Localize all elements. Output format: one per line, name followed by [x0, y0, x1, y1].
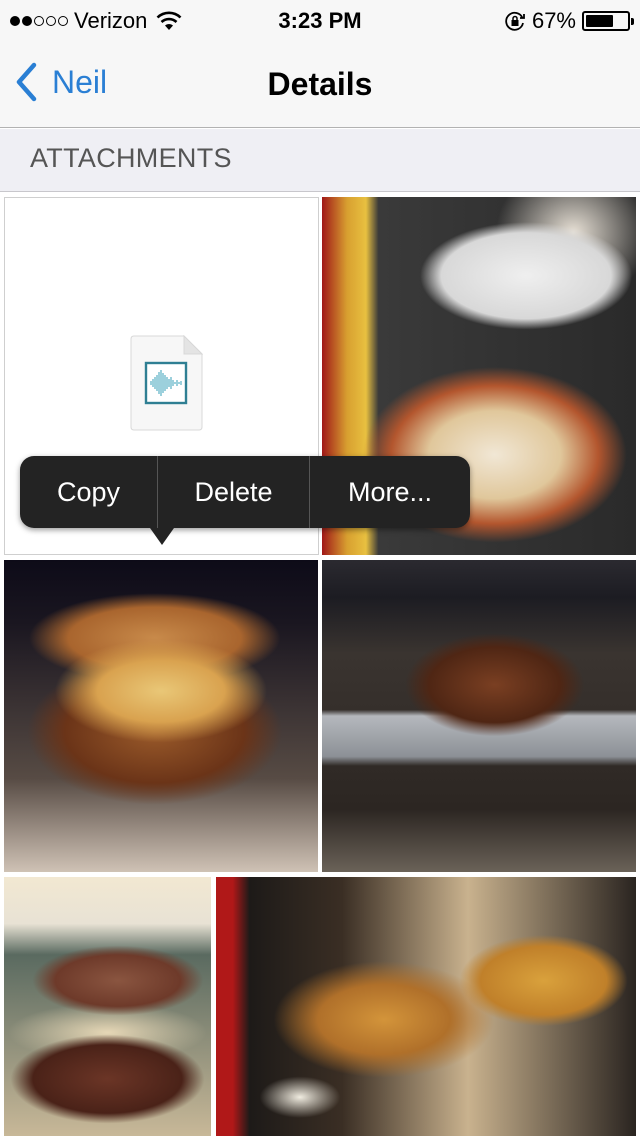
audio-file-icon [130, 335, 203, 431]
page-title: Details [267, 66, 373, 102]
more-button[interactable]: More... [309, 456, 470, 528]
copy-button[interactable]: Copy [20, 456, 157, 528]
section-title: ATTACHMENTS [30, 143, 232, 173]
delete-button[interactable]: Delete [157, 456, 309, 528]
context-menu-pointer [150, 528, 174, 545]
battery-icon [582, 11, 634, 31]
battery-percent: 67% [531, 8, 576, 33]
status-bar: Verizon 3:23 PM 67% [0, 0, 640, 40]
attachment-photo-waffle[interactable] [216, 877, 636, 1136]
rotation-lock-icon [505, 11, 525, 31]
attachment-photo-sandwich[interactable] [4, 877, 211, 1136]
section-header: ATTACHMENTS [0, 129, 640, 192]
context-menu: Copy Delete More... [20, 456, 470, 528]
attachment-photo-burger[interactable] [4, 560, 318, 872]
navigation-bar: Neil Details [0, 40, 640, 128]
attachment-photo-turkey[interactable] [322, 560, 636, 872]
attachments-grid [0, 193, 640, 1136]
